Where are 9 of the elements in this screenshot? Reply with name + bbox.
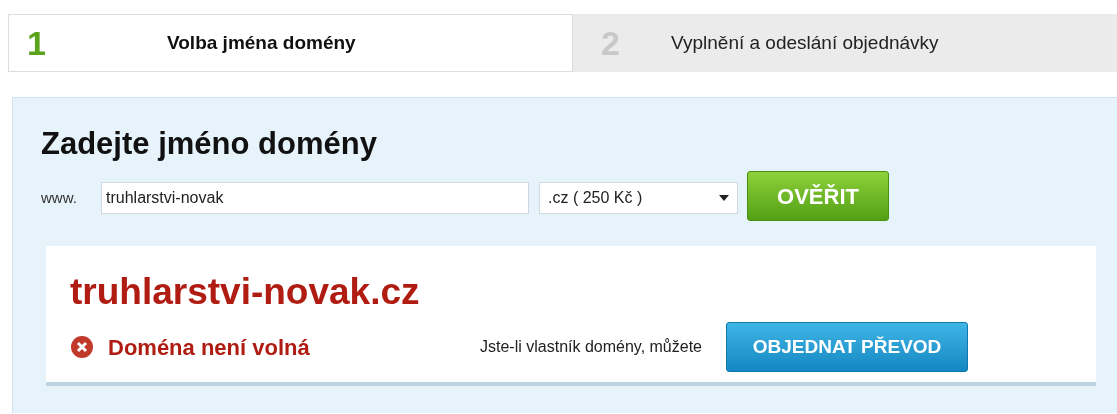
status-text: Doména není volná (108, 333, 310, 362)
owner-hint: Jste-li vlastník domény, můžete (480, 337, 702, 357)
step-tab[interactable]: 1 Volba jména domény (8, 14, 573, 72)
dropdown-arrow-icon (719, 195, 729, 201)
tld-select[interactable]: .cz ( 250 Kč ) (539, 182, 738, 214)
www-prefix: www. (41, 187, 78, 208)
domain-name: truhlarstvi-novak.cz (70, 270, 421, 314)
page-heading: Zadejte jméno domény (41, 126, 378, 162)
domain-input-field[interactable]: truhlarstvi-novak (101, 182, 529, 214)
